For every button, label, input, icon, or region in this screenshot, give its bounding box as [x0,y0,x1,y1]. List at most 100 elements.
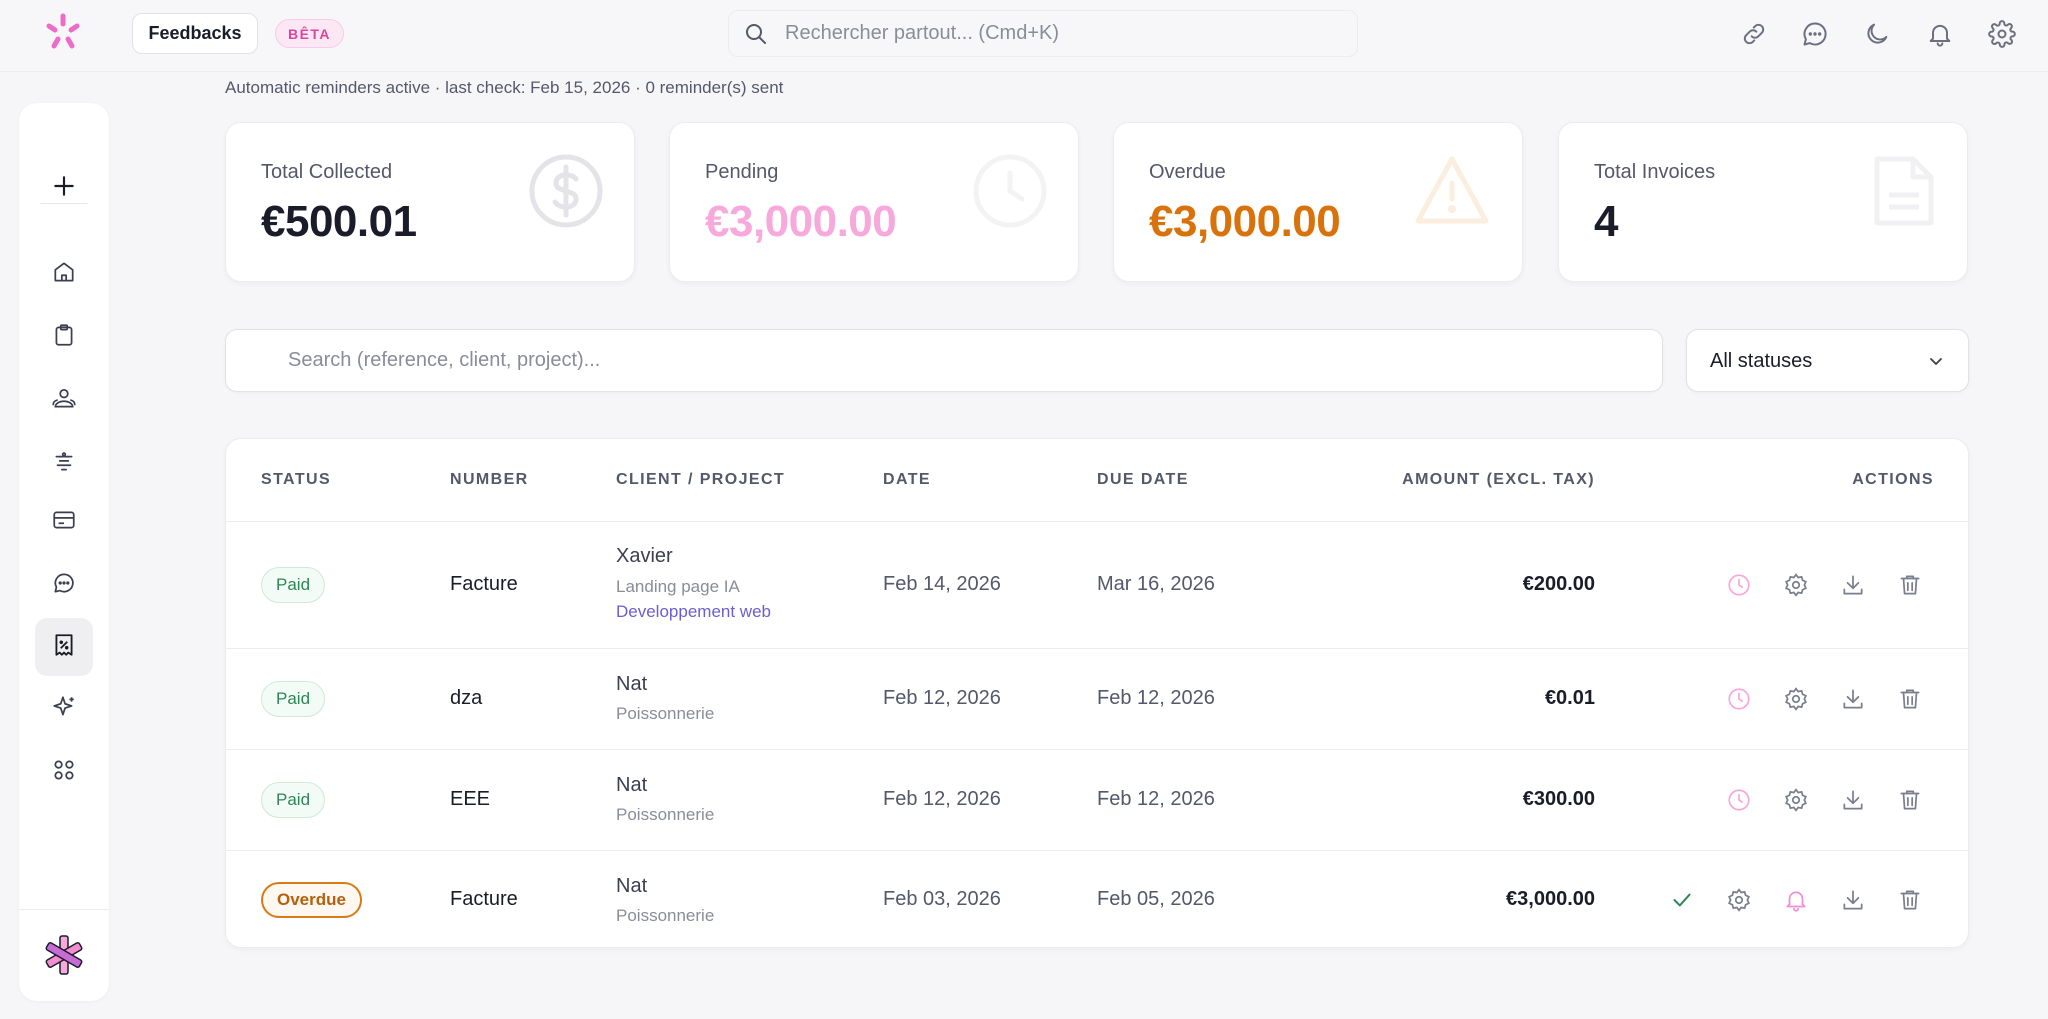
trash-icon[interactable] [1895,570,1925,600]
invoice-amount: €0.01 [1544,687,1595,709]
global-search[interactable] [728,10,1358,57]
invoice-date: Feb 03, 2026 [883,888,1001,910]
chat-icon [51,570,77,601]
sidebar-item-ai[interactable] [35,680,93,738]
sidebar-item-projects[interactable] [35,435,93,493]
download-icon[interactable] [1838,885,1868,915]
stat-value: €3,000.00 [1149,197,1341,246]
sidebar-item-clients[interactable] [35,371,93,429]
stat-label: Total Invoices [1594,161,1716,183]
invoice-due-date: Feb 12, 2026 [1097,788,1215,810]
stat-label: Pending [705,161,779,183]
table-row[interactable]: Paid dza Nat Poissonnerie Feb 12, 2026 F… [226,649,1968,750]
project-name: Landing page IA [616,577,740,596]
table-row[interactable]: Paid Facture Xavier Landing page IA Deve… [226,522,1968,649]
settings-gear-icon[interactable] [1781,570,1811,600]
apps-grid-icon [51,757,77,788]
download-icon[interactable] [1838,785,1868,815]
sidebar-item-tasks[interactable] [35,308,93,366]
stat-card-total-collected: Total Collected €500.01 [225,122,635,282]
top-bar: Feedbacks BÊTA [0,0,2048,72]
client-name: Xavier [616,545,673,567]
trash-icon[interactable] [1895,785,1925,815]
send-reminder-bell-icon[interactable] [1781,885,1811,915]
card-icon [50,507,78,538]
stat-card-overdue: Overdue €3,000.00 [1113,122,1523,282]
beta-badge: BÊTA [275,19,344,48]
invoice-date: Feb 14, 2026 [883,573,1001,595]
stat-value: €500.01 [261,197,417,246]
client-name: Nat [616,875,648,897]
trash-icon[interactable] [1895,885,1925,915]
moon-icon[interactable] [1862,19,1892,49]
project-name: Poissonnerie [616,805,715,824]
reminder-status: Automatic reminders active · last check:… [225,78,784,97]
invoice-date: Feb 12, 2026 [883,788,1001,810]
status-badge: Paid [261,681,326,717]
invoice-search-input[interactable] [288,330,1638,391]
search-icon [745,23,767,50]
filter-stack-icon [51,449,77,480]
feedback-button[interactable]: Feedbacks [132,13,258,54]
mark-paid-check-icon[interactable] [1667,885,1697,915]
sidebar-item-payments[interactable] [35,493,93,551]
project-name: Poissonnerie [616,704,715,723]
history-clock-icon[interactable] [1724,785,1754,815]
stat-value: €3,000.00 [705,197,897,246]
column-header-status[interactable]: STATUS [261,471,331,489]
project-category-link[interactable]: Developpement web [616,602,771,622]
column-header-amount[interactable]: AMOUNT (EXCL. TAX) [1276,471,1595,489]
invoice-number: Facture [450,888,518,910]
column-header-due-date[interactable]: DUE DATE [1097,471,1189,489]
column-header-number[interactable]: NUMBER [450,471,529,489]
status-filter-select[interactable]: All statuses [1686,329,1969,392]
trash-icon[interactable] [1895,684,1925,714]
users-icon [50,385,78,416]
sidebar-item-invoices[interactable] [35,618,93,676]
sidebar-divider [19,909,109,910]
document-icon [1871,153,1937,234]
settings-gear-icon[interactable] [1724,885,1754,915]
bell-icon[interactable] [1925,19,1955,49]
stat-card-total-invoices: Total Invoices 4 [1558,122,1968,282]
download-icon[interactable] [1838,684,1868,714]
client-name: Nat [616,774,648,796]
invoices-table: STATUS NUMBER CLIENT / PROJECT DATE DUE … [225,438,1969,948]
download-icon[interactable] [1838,570,1868,600]
app-logo[interactable] [42,12,84,54]
invoice-amount: €200.00 [1522,573,1595,595]
status-badge: Overdue [261,882,362,918]
invoice-search[interactable] [225,329,1663,392]
gear-icon[interactable] [1987,19,2017,49]
settings-gear-icon[interactable] [1781,684,1811,714]
link-icon[interactable] [1739,19,1769,49]
column-header-date[interactable]: DATE [883,471,931,489]
stat-value: 4 [1594,197,1618,246]
clipboard-icon [51,322,77,353]
invoice-number: dza [450,687,483,709]
invoice-number: Facture [450,573,518,595]
chat-icon[interactable] [1800,19,1830,49]
sparkle-icon [51,694,77,725]
sidebar-item-home[interactable] [35,245,93,303]
invoice-date: Feb 12, 2026 [883,687,1001,709]
sidebar-item-messages[interactable] [35,556,93,614]
home-icon [51,259,77,290]
table-row[interactable]: Overdue Facture Nat Poissonnerie Feb 03,… [226,851,1968,947]
invoice-number: EEE [450,788,491,810]
sidebar-item-apps[interactable] [35,743,93,801]
sidebar-brand-logo[interactable] [35,928,93,986]
table-row[interactable]: Paid EEE Nat Poissonnerie Feb 12, 2026 F… [226,750,1968,851]
history-clock-icon[interactable] [1724,570,1754,600]
column-header-client-project[interactable]: CLIENT / PROJECT [616,471,785,489]
warning-icon [1412,153,1492,234]
history-clock-icon[interactable] [1724,684,1754,714]
project-name: Poissonnerie [616,906,715,925]
clock-icon [972,153,1048,234]
invoice-amount: €3,000.00 [1506,888,1595,910]
sidebar [19,103,109,1001]
invoice-amount: €300.00 [1522,788,1595,810]
global-search-input[interactable] [785,11,1345,56]
sidebar-item-new[interactable] [35,159,93,217]
settings-gear-icon[interactable] [1781,785,1811,815]
